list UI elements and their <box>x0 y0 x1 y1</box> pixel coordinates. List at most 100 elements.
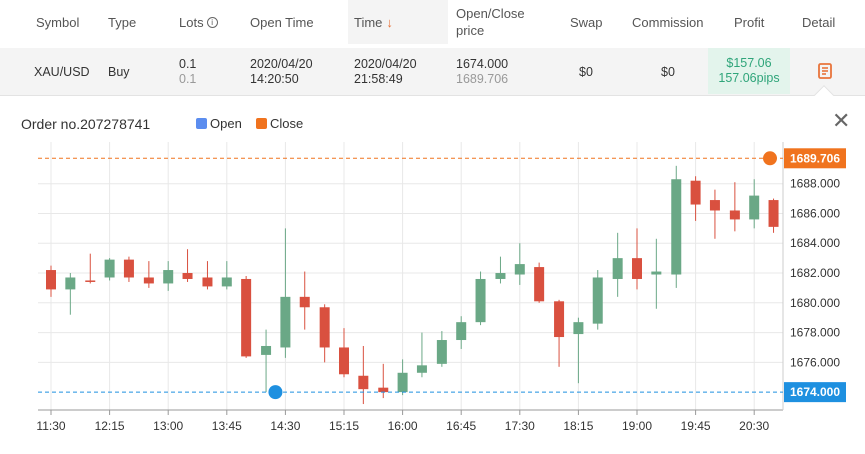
candle-body <box>241 278 252 357</box>
header-open-close-line1: Open/Close <box>456 6 525 21</box>
cell-prices: 1674.000 1689.706 <box>456 48 508 96</box>
close-date: 2020/04/20 <box>354 57 417 71</box>
y-tick-label: 1676.000 <box>790 355 840 369</box>
candle-body <box>495 273 506 279</box>
candle-body <box>514 264 525 275</box>
x-tick-label: 19:00 <box>622 419 652 433</box>
header-time[interactable]: Time ↓ <box>348 0 448 44</box>
open-swatch <box>196 118 207 129</box>
candle-body <box>339 347 349 375</box>
candle-body <box>612 258 623 279</box>
cell-type: Buy <box>108 64 130 79</box>
candle-body <box>163 270 174 284</box>
x-tick-label: 18:15 <box>563 419 593 433</box>
candle-body <box>436 340 447 364</box>
cell-commission: $0 <box>661 64 675 79</box>
header-open-close-price[interactable]: Open/Close price <box>456 0 525 44</box>
close-marker <box>763 151 777 166</box>
orders-table: Symbol Type Lots i Open Time Time ↓ Open… <box>0 0 865 100</box>
candle-body <box>416 365 427 373</box>
header-symbol[interactable]: Symbol <box>36 0 79 44</box>
cell-close-time: 2020/04/20 21:58:49 <box>354 48 417 96</box>
close-price-label: 1689.706 <box>790 151 840 165</box>
y-tick-label: 1678.000 <box>790 326 840 340</box>
cell-profit: $157.06 157.06pips <box>708 48 790 94</box>
candle-body <box>592 277 603 324</box>
y-tick-label: 1684.000 <box>790 236 840 250</box>
legend-open-label: Open <box>210 116 242 131</box>
legend-close-label: Close <box>270 116 304 131</box>
header-swap[interactable]: Swap <box>570 0 603 44</box>
close-clock: 21:58:49 <box>354 72 403 86</box>
x-tick-label: 12:15 <box>95 419 125 433</box>
header-profit[interactable]: Profit <box>734 0 764 44</box>
candle-body <box>65 277 76 290</box>
header-commission[interactable]: Commission <box>632 0 704 44</box>
x-tick-label: 11:30 <box>36 419 65 433</box>
legend-close[interactable]: Close <box>256 116 303 131</box>
x-tick-label: 13:45 <box>212 419 242 433</box>
candle-body <box>632 258 642 279</box>
header-open-time[interactable]: Open Time <box>250 0 314 44</box>
profit-usd: $157.06 <box>726 56 772 70</box>
candle-body <box>46 270 56 290</box>
candle-body <box>690 180 701 205</box>
candle-body <box>221 277 232 287</box>
candle-body <box>104 259 115 278</box>
legend-open[interactable]: Open <box>196 116 242 131</box>
cell-symbol: XAU/USD <box>34 64 90 79</box>
candle-body <box>378 387 389 393</box>
candle-body <box>768 200 779 227</box>
header-type[interactable]: Type <box>108 0 136 44</box>
cell-open-time: 2020/04/20 14:20:50 <box>250 48 313 96</box>
candle-body <box>651 271 662 275</box>
chart-candles <box>46 165 779 405</box>
candle-body <box>475 278 486 323</box>
candle-body <box>202 277 213 287</box>
info-icon[interactable]: i <box>206 16 218 28</box>
cell-lots: 0.1 0.1 <box>179 48 196 96</box>
candle-body <box>299 296 310 308</box>
candle-body <box>709 200 720 211</box>
profit-pips: 157.06pips <box>718 71 780 85</box>
candlestick-chart: 1689.706 1674.000 1676.000 1678.000 1680.00… <box>36 142 846 433</box>
x-tick-label: 17:30 <box>505 419 535 433</box>
candle-body <box>749 195 760 220</box>
document-icon[interactable] <box>818 63 833 79</box>
candle-body <box>358 375 369 390</box>
cell-swap: $0 <box>579 64 593 79</box>
lots-open: 0.1 <box>179 57 197 71</box>
candle-body <box>123 259 134 278</box>
candle-body <box>554 301 565 338</box>
candle-body <box>573 322 584 335</box>
x-tick-label: 14:30 <box>270 419 300 433</box>
candle-body <box>534 267 545 302</box>
y-tick-label: 1686.000 <box>790 206 840 220</box>
x-tick-label: 15:15 <box>329 419 359 433</box>
lots-close: 0.1 <box>179 72 197 86</box>
x-tick-label: 16:00 <box>388 419 418 433</box>
header-open-close-line2: price <box>456 23 485 38</box>
open-clock: 14:20:50 <box>250 72 299 86</box>
y-tick-label: 1688.000 <box>790 177 840 191</box>
candle-body <box>671 179 682 275</box>
sort-down-arrow-icon: ↓ <box>386 14 393 30</box>
y-tick-label: 1680.000 <box>790 296 840 310</box>
close-swatch <box>256 118 267 129</box>
x-tick-label: 20:30 <box>739 419 769 433</box>
open-price-label: 1674.000 <box>790 385 840 399</box>
y-tick-label: 1682.000 <box>790 266 840 280</box>
open-date: 2020/04/20 <box>250 57 313 71</box>
candle-body <box>280 296 291 348</box>
header-lots-label: Lots <box>179 14 204 30</box>
candle-body <box>319 307 330 348</box>
header-detail: Detail <box>802 14 836 30</box>
candle-body <box>261 345 272 355</box>
candle-body <box>456 322 467 341</box>
header-lots[interactable]: Lots i <box>179 0 218 44</box>
open-marker <box>268 385 283 400</box>
open-price: 1674.000 <box>456 57 509 71</box>
close-icon[interactable]: ✕ <box>832 110 850 132</box>
header-time-label: Time <box>354 14 383 30</box>
candle-body <box>397 372 408 393</box>
